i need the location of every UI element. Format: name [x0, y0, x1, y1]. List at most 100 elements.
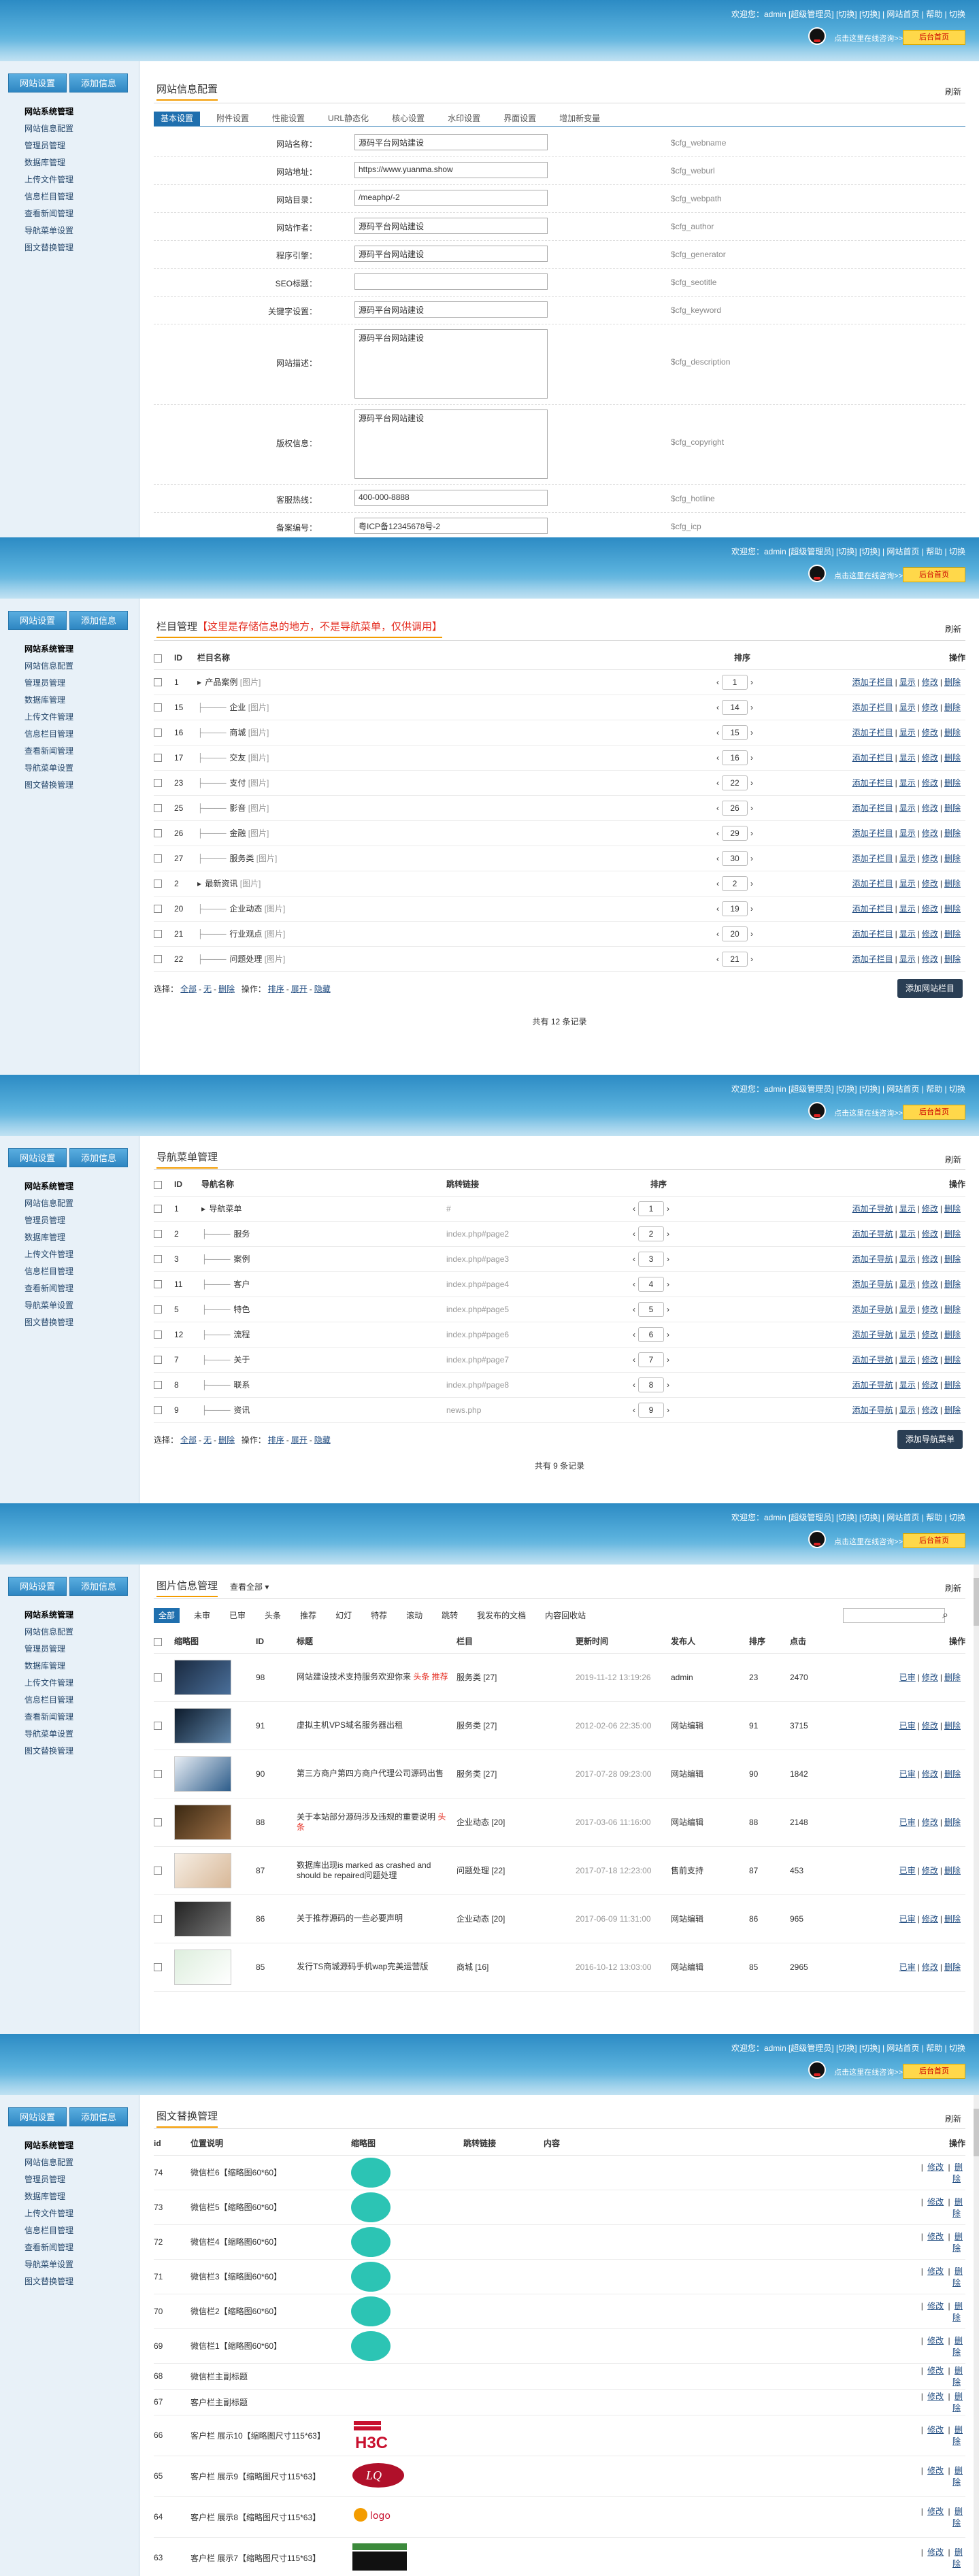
header-user-links[interactable]: 欢迎您：admin [超级管理员] [切换] [切换] | 网站首页 | 帮助 …	[731, 1083, 965, 1094]
field-input[interactable]	[354, 273, 548, 290]
qq-icon[interactable]	[808, 565, 826, 582]
row-action-link[interactable]: 显示	[899, 904, 916, 914]
row-action-link[interactable]: 删除	[944, 1380, 961, 1390]
field-input[interactable]: 源码平台网站建设	[354, 134, 548, 150]
select-all-checkbox[interactable]	[154, 1180, 162, 1189]
row-title[interactable]: 虚拟主机VPS域名服务器出租	[297, 1720, 403, 1730]
header-user-links[interactable]: 欢迎您：admin [超级管理员] [切换] [切换] | 网站首页 | 帮助 …	[731, 546, 965, 557]
row-action-link[interactable]: 删除	[944, 854, 961, 863]
field-input[interactable]: 源码平台网站建设	[354, 246, 548, 262]
field-input[interactable]: 源码平台网站建设	[354, 301, 548, 318]
row-action-link[interactable]: 添加子栏目	[852, 728, 893, 737]
row-checkbox[interactable]	[154, 1722, 162, 1730]
sidebar-item[interactable]: 网站系统管理	[24, 2137, 139, 2154]
sidebar-item[interactable]: 信息栏目管理	[24, 1692, 139, 1709]
config-tab[interactable]: 界面设置	[497, 112, 543, 126]
row-action-link[interactable]: 删除	[944, 728, 961, 737]
row-checkbox[interactable]	[154, 1963, 162, 1972]
row-action-link[interactable]: 显示	[899, 1330, 916, 1339]
sidebar-item[interactable]: 查看新闻管理	[24, 1709, 139, 1726]
row-checkbox[interactable]	[154, 1255, 162, 1264]
order-up-icon[interactable]: ›	[748, 778, 756, 788]
row-action-link[interactable]: 修改	[927, 2162, 944, 2172]
row-action-link[interactable]: 已审	[899, 1866, 916, 1875]
row-action-link[interactable]: 删除	[944, 1818, 961, 1827]
row-action-link[interactable]: 添加子导航	[852, 1330, 893, 1339]
sidebar-item[interactable]: 上传文件管理	[24, 1246, 139, 1263]
row-action-link[interactable]: 删除	[944, 1229, 961, 1239]
field-input[interactable]: /meaphp/-2	[354, 190, 548, 206]
row-action-link[interactable]: 显示	[899, 829, 916, 838]
scrollbar[interactable]	[974, 1565, 979, 2034]
row-action-link[interactable]: 修改	[927, 2266, 944, 2276]
tab-site-settings[interactable]: 网站设置	[8, 1577, 67, 1596]
order-down-icon[interactable]: ‹	[714, 954, 722, 964]
row-action-link[interactable]: 添加子导航	[852, 1229, 893, 1239]
sidebar-item[interactable]: 导航菜单设置	[24, 1726, 139, 1743]
row-action-link[interactable]: 删除	[944, 929, 961, 939]
row-action-link[interactable]: 修改	[922, 1330, 938, 1339]
sidebar-item[interactable]: 信息栏目管理	[24, 1263, 139, 1280]
filter-tab[interactable]: 未审	[189, 1608, 215, 1623]
order-up-icon[interactable]: ›	[748, 728, 756, 737]
row-checkbox[interactable]	[154, 1770, 162, 1779]
order-up-icon[interactable]: ›	[748, 829, 756, 838]
row-action-link[interactable]: 显示	[899, 1279, 916, 1289]
filter-tab[interactable]: 我发布的文档	[472, 1608, 531, 1623]
order-down-icon[interactable]: ‹	[714, 929, 722, 939]
row-action-link[interactable]: 修改	[922, 1818, 938, 1827]
order-up-icon[interactable]: ›	[664, 1204, 672, 1214]
select-link[interactable]: 删除	[218, 1435, 235, 1445]
order-input[interactable]: 9	[638, 1402, 664, 1418]
search-icon[interactable]: ⌕	[937, 1608, 953, 1623]
sidebar-item[interactable]: 网站系统管理	[24, 641, 139, 658]
row-action-link[interactable]: 删除	[952, 2507, 963, 2528]
row-action-link[interactable]: 修改	[922, 1721, 938, 1730]
row-action-link[interactable]: 删除	[944, 678, 961, 687]
order-up-icon[interactable]: ›	[748, 854, 756, 863]
tab-add-info[interactable]: 添加信息	[69, 611, 128, 630]
sidebar-item[interactable]: 网站信息配置	[24, 120, 139, 137]
row-action-link[interactable]: 删除	[944, 1279, 961, 1289]
config-tab[interactable]: 水印设置	[441, 112, 487, 126]
row-checkbox[interactable]	[154, 804, 162, 813]
op-link[interactable]: 隐藏	[314, 984, 331, 994]
sidebar-item[interactable]: 数据库管理	[24, 692, 139, 709]
sidebar-item[interactable]: 信息栏目管理	[24, 188, 139, 205]
order-down-icon[interactable]: ‹	[714, 879, 722, 888]
row-action-link[interactable]: 修改	[922, 954, 938, 964]
order-down-icon[interactable]: ‹	[630, 1380, 638, 1390]
select-link[interactable]: 全部	[180, 984, 197, 994]
row-action-link[interactable]: 删除	[952, 2547, 963, 2569]
order-up-icon[interactable]: ›	[664, 1305, 672, 1314]
order-down-icon[interactable]: ‹	[714, 904, 722, 914]
sidebar-item[interactable]: 信息栏目管理	[24, 726, 139, 743]
row-action-link[interactable]: 添加子栏目	[852, 803, 893, 813]
row-checkbox[interactable]	[154, 905, 162, 914]
order-input[interactable]: 14	[722, 699, 748, 715]
row-action-link[interactable]: 删除	[944, 954, 961, 964]
field-input[interactable]: 源码平台网站建设	[354, 409, 548, 479]
row-action-link[interactable]: 修改	[927, 2336, 944, 2345]
qq-consult-link[interactable]: 点击这里在线咨询>>	[834, 2067, 903, 2077]
row-action-link[interactable]: 修改	[922, 1405, 938, 1415]
filter-tab[interactable]: 跳转	[437, 1608, 463, 1623]
order-down-icon[interactable]: ‹	[714, 803, 722, 813]
row-action-link[interactable]: 修改	[922, 1962, 938, 1972]
sidebar-item[interactable]: 数据库管理	[24, 154, 139, 171]
sidebar-item[interactable]: 导航菜单设置	[24, 222, 139, 239]
row-action-link[interactable]: 修改	[922, 1279, 938, 1289]
order-input[interactable]: 6	[638, 1326, 664, 1342]
row-action-link[interactable]: 显示	[899, 803, 916, 813]
sidebar-item[interactable]: 上传文件管理	[24, 2205, 139, 2222]
row-action-link[interactable]: 添加子栏目	[852, 854, 893, 863]
row-action-link[interactable]: 显示	[899, 1204, 916, 1214]
admin-home-button[interactable]: 后台首页	[903, 1533, 965, 1548]
sidebar-item[interactable]: 查看新闻管理	[24, 1280, 139, 1297]
op-link[interactable]: 排序	[268, 1435, 284, 1445]
row-action-link[interactable]: 删除	[944, 1962, 961, 1972]
field-input[interactable]: 粤ICP备12345678号-2	[354, 518, 548, 534]
row-checkbox[interactable]	[154, 880, 162, 888]
row-action-link[interactable]: 添加子导航	[852, 1204, 893, 1214]
row-action-link[interactable]: 显示	[899, 1254, 916, 1264]
